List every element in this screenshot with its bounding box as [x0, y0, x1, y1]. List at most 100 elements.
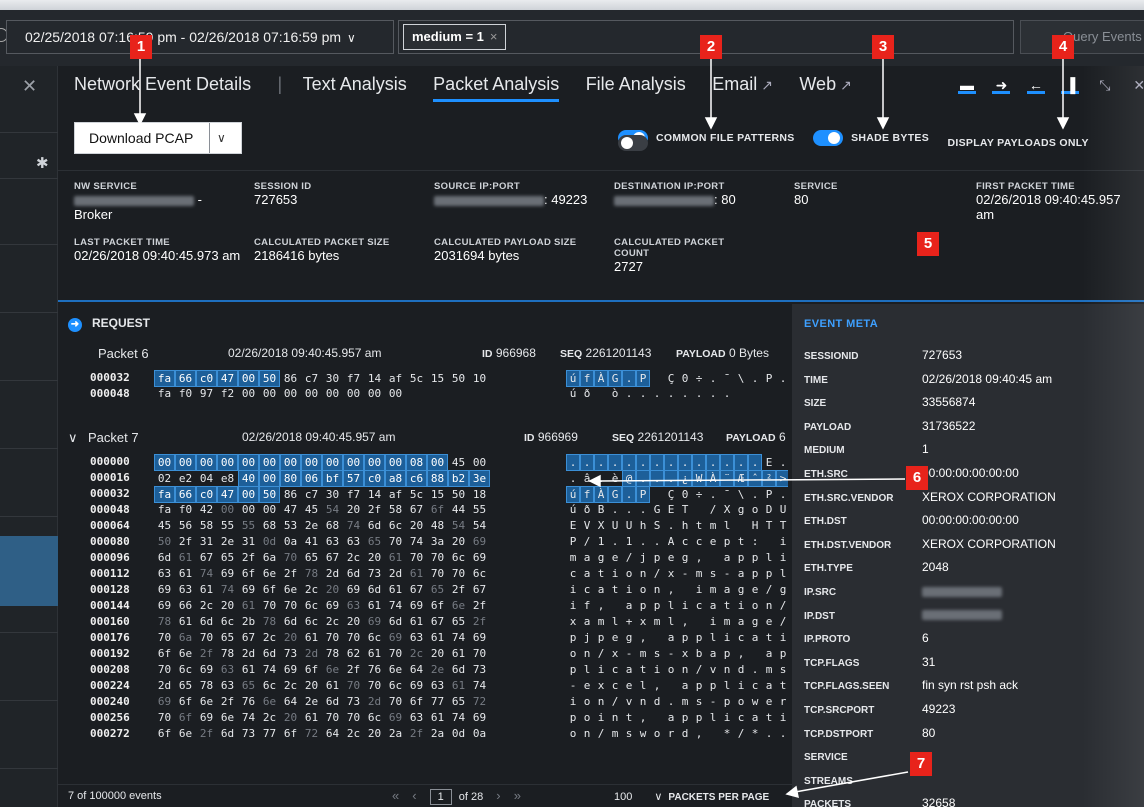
hex-byte[interactable]: 6f: [301, 662, 322, 677]
hex-byte[interactable]: 2d: [364, 694, 385, 709]
hex-byte[interactable]: 69: [406, 678, 427, 693]
ascii-char[interactable]: .: [692, 454, 706, 471]
hex-byte[interactable]: fa: [154, 386, 175, 401]
first-page-icon[interactable]: «: [392, 788, 399, 803]
ascii-char[interactable]: i: [566, 598, 580, 613]
hex-byte[interactable]: 00: [259, 502, 280, 517]
hex-byte[interactable]: fa: [154, 370, 175, 387]
ascii-char[interactable]: ,: [734, 646, 748, 661]
hex-byte[interactable]: 6e: [280, 582, 301, 597]
ascii-char[interactable]: t: [776, 678, 788, 693]
hex-byte[interactable]: 00: [259, 470, 280, 487]
hex-byte[interactable]: 67: [238, 630, 259, 645]
meta-row[interactable]: PAYLOAD 31736522: [804, 419, 975, 433]
ascii-char[interactable]: G: [650, 502, 664, 517]
ascii-char[interactable]: i: [706, 614, 720, 629]
hex-byte[interactable]: 20: [427, 646, 448, 661]
hex-byte[interactable]: 20: [364, 726, 385, 741]
hex-byte[interactable]: 00: [175, 454, 196, 471]
ascii-char[interactable]: r: [776, 694, 788, 709]
ascii-char[interactable]: p: [678, 630, 692, 645]
meta-row[interactable]: ETH.DST.VENDOR XEROX CORPORATION: [804, 537, 1056, 551]
ascii-char[interactable]: i: [678, 598, 692, 613]
ascii-char[interactable]: :: [748, 534, 762, 549]
ascii-char[interactable]: p: [720, 646, 734, 661]
ascii-char[interactable]: e: [580, 678, 594, 693]
hex-byte[interactable]: 65: [427, 582, 448, 597]
hex-byte[interactable]: f0: [175, 386, 196, 401]
ascii-char[interactable]: e: [608, 630, 622, 645]
hex-byte[interactable]: 58: [196, 518, 217, 533]
ascii-char[interactable]: i: [734, 598, 748, 613]
hex-byte[interactable]: 0d: [448, 726, 469, 741]
hex-byte[interactable]: 6c: [448, 550, 469, 565]
ascii-char[interactable]: .: [650, 386, 664, 401]
ascii-char[interactable]: c: [608, 662, 622, 677]
toggle-shade-bytes[interactable]: SHADE BYTES: [813, 130, 929, 146]
hex-byte[interactable]: f7: [343, 487, 364, 502]
meta-row[interactable]: SERVICE: [804, 749, 922, 763]
gear-icon[interactable]: ✱: [36, 154, 49, 172]
ascii-char[interactable]: a: [720, 550, 734, 565]
hex-byte[interactable]: 6c: [385, 518, 406, 533]
hex-byte[interactable]: 20: [448, 534, 469, 549]
hex-byte[interactable]: 61: [406, 566, 427, 581]
hex-byte[interactable]: 2f: [364, 502, 385, 517]
hex-byte[interactable]: 88: [427, 470, 448, 487]
ascii-char[interactable]: ˆ: [748, 470, 762, 487]
hex-byte[interactable]: 74: [259, 662, 280, 677]
ascii-char[interactable]: .: [664, 386, 678, 401]
ascii-char[interactable]: ¨: [720, 470, 734, 487]
ascii-char[interactable]: ÷: [692, 371, 706, 386]
ascii-char[interactable]: l: [762, 550, 776, 565]
hex-byte[interactable]: 63: [154, 566, 175, 581]
hex-byte[interactable]: 76: [364, 662, 385, 677]
hex-byte[interactable]: 70: [280, 598, 301, 613]
ascii-char[interactable]: t: [720, 598, 734, 613]
ascii-char[interactable]: .: [636, 454, 650, 471]
ascii-char[interactable]: w: [748, 694, 762, 709]
ascii-char[interactable]: j: [580, 630, 594, 645]
ascii-char[interactable]: ò: [608, 386, 622, 401]
hex-byte[interactable]: 61: [448, 678, 469, 693]
ascii-char[interactable]: e: [748, 582, 762, 597]
ascii-char[interactable]: D: [762, 502, 776, 517]
ascii-char[interactable]: g: [678, 550, 692, 565]
hex-byte[interactable]: af: [385, 371, 406, 386]
ascii-char[interactable]: i: [776, 710, 788, 725]
hex-byte[interactable]: 2e: [301, 694, 322, 709]
ascii-char[interactable]: ¿: [678, 470, 692, 487]
hex-byte[interactable]: 69: [469, 534, 490, 549]
hex-byte[interactable]: 67: [427, 614, 448, 629]
hex-byte[interactable]: 80: [280, 470, 301, 487]
ascii-char[interactable]: .: [748, 662, 762, 677]
hex-byte[interactable]: 56: [175, 518, 196, 533]
ascii-char[interactable]: g: [734, 582, 748, 597]
tab-file-analysis[interactable]: File Analysis: [586, 74, 686, 99]
ascii-char[interactable]: .: [566, 454, 580, 471]
ascii-char[interactable]: ú: [566, 486, 580, 503]
hex-byte[interactable]: 61: [322, 678, 343, 693]
hex-byte[interactable]: 30: [322, 371, 343, 386]
meta-row[interactable]: ETH.DST 00:00:00:00:00:00: [804, 513, 1019, 527]
ascii-char[interactable]: /: [594, 726, 608, 741]
hex-byte[interactable]: 2c: [259, 630, 280, 645]
hex-byte[interactable]: 67: [322, 550, 343, 565]
hex-byte[interactable]: 20: [343, 614, 364, 629]
hex-byte[interactable]: 69: [280, 662, 301, 677]
hex-byte[interactable]: 6c: [385, 678, 406, 693]
hex-byte[interactable]: 70: [406, 550, 427, 565]
hex-byte[interactable]: 6d: [385, 614, 406, 629]
hex-byte[interactable]: 2f: [448, 582, 469, 597]
hex-byte[interactable]: 6c: [301, 614, 322, 629]
hex-byte[interactable]: 65: [238, 678, 259, 693]
ascii-char[interactable]: .: [636, 470, 650, 487]
ascii-char[interactable]: T: [776, 518, 788, 533]
hex-byte[interactable]: 63: [406, 630, 427, 645]
ascii-char[interactable]: -: [664, 646, 678, 661]
ascii-char[interactable]: ,: [678, 614, 692, 629]
ascii-char[interactable]: l: [636, 678, 650, 693]
hex-byte[interactable]: 70: [322, 710, 343, 725]
hex-byte[interactable]: 66: [175, 486, 196, 503]
ascii-char[interactable]: n: [636, 694, 650, 709]
